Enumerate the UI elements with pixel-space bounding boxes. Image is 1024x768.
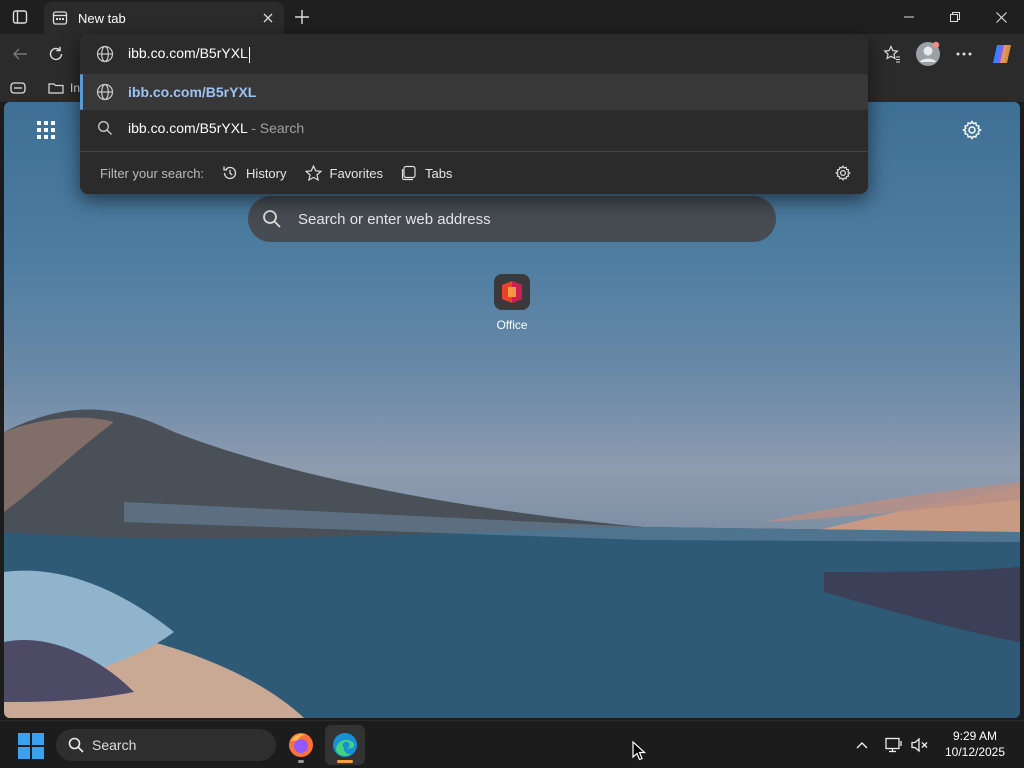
- tab-actions-button[interactable]: [6, 5, 34, 29]
- text-caret: [248, 46, 250, 63]
- filter-history-label: History: [246, 165, 287, 181]
- filter-favorites-label: Favorites: [329, 165, 383, 181]
- globe-icon: [96, 83, 114, 101]
- folder-icon: [48, 83, 64, 94]
- suggestion-search-suffix: - Search: [247, 120, 305, 136]
- apps-launcher-button[interactable]: [32, 116, 60, 144]
- plus-icon: [295, 10, 309, 24]
- active-indicator: [337, 760, 353, 763]
- tab-actions-icon: [12, 10, 28, 24]
- address-bar-input[interactable]: ibb.co.com/B5rYXL: [80, 34, 868, 74]
- copilot-button[interactable]: [988, 40, 1016, 68]
- search-icon: [68, 737, 84, 753]
- suggestion-search-text: ibb.co.com/B5rYXL: [128, 120, 248, 136]
- new-tab-button[interactable]: [290, 5, 314, 29]
- back-arrow-icon: [13, 48, 27, 60]
- new-tab-page: Search or enter web address Office: [4, 102, 1020, 718]
- taskbar-app-edge[interactable]: [325, 725, 365, 765]
- page-search-box[interactable]: Search or enter web address: [248, 196, 776, 242]
- new-tab-page-icon: [52, 11, 68, 25]
- more-options-button[interactable]: [950, 40, 978, 68]
- chevron-up-icon: [856, 742, 868, 749]
- start-button[interactable]: [18, 733, 44, 759]
- close-icon: [995, 11, 1007, 23]
- favorites-star-icon: [883, 45, 900, 63]
- filter-tabs-label: Tabs: [424, 165, 453, 181]
- more-dots-icon: [956, 52, 972, 56]
- app-icon: [10, 82, 26, 94]
- restore-button[interactable]: [932, 0, 978, 34]
- filter-tabs-button[interactable]: Tabs: [401, 159, 452, 187]
- minimize-button[interactable]: [886, 0, 932, 34]
- favorites-bar-app-button[interactable]: [10, 78, 26, 98]
- filter-label: Filter your search:: [100, 165, 205, 181]
- history-icon: [223, 166, 237, 180]
- taskbar-search-label: Search: [92, 737, 137, 753]
- taskbar-clock[interactable]: 9:29 AM 10/12/2025: [936, 728, 1014, 760]
- search-icon: [98, 121, 112, 135]
- taskbar-search[interactable]: Search: [56, 729, 276, 761]
- favorites-folder-label: In: [70, 81, 81, 95]
- minimize-icon: [904, 16, 914, 18]
- firefox-icon: [289, 733, 313, 757]
- suggestion-url-text: ibb.co.com/B5rYXL: [128, 84, 257, 100]
- taskbar-app-firefox[interactable]: [281, 725, 321, 765]
- edge-icon: [333, 733, 357, 757]
- tab-new-tab[interactable]: New tab: [44, 2, 284, 34]
- windows-logo-icon: [18, 733, 44, 759]
- copilot-icon: [993, 45, 1011, 63]
- back-button[interactable]: [6, 40, 34, 68]
- globe-icon: [96, 45, 114, 63]
- title-bar: New tab: [0, 0, 1024, 34]
- app-grid-icon: [37, 121, 55, 139]
- speaker-muted-icon: [911, 737, 928, 753]
- tabs-icon: [401, 165, 416, 181]
- filter-history-button[interactable]: History: [222, 159, 287, 187]
- office-icon: [494, 274, 530, 310]
- mouse-cursor-icon: [632, 741, 646, 761]
- search-icon: [263, 210, 281, 228]
- close-window-button[interactable]: [978, 0, 1024, 34]
- suggestion-url[interactable]: ibb.co.com/B5rYXL: [80, 74, 868, 110]
- address-bar-text: ibb.co.com/B5rYXL: [128, 45, 248, 62]
- refresh-icon: [49, 46, 63, 61]
- star-icon: [304, 164, 322, 181]
- quick-link-office[interactable]: Office: [492, 274, 532, 332]
- page-settings-button[interactable]: [958, 116, 986, 144]
- selection-indicator: [80, 74, 83, 110]
- close-icon: [263, 13, 273, 23]
- refresh-button[interactable]: [42, 40, 70, 68]
- restore-icon: [950, 12, 960, 22]
- favorites-folder[interactable]: In: [48, 78, 80, 98]
- address-bar-dropdown: ibb.co.com/B5rYXL ibb.co.com/B5rYXL ibb.…: [80, 34, 868, 194]
- network-monitor-icon: [885, 737, 902, 753]
- filter-favorites-button[interactable]: Favorites: [304, 159, 383, 187]
- taskbar: Search 9:29 AM 10/12/2025: [0, 720, 1024, 768]
- profile-button[interactable]: [914, 40, 942, 68]
- network-button[interactable]: [882, 733, 906, 757]
- clock-time: 9:29 AM: [952, 729, 998, 743]
- search-filter-row: Filter your search: History Favorites Ta…: [80, 152, 868, 194]
- gear-icon: [835, 165, 851, 181]
- landscape-background: [4, 409, 1020, 718]
- clock-date: 10/12/2025: [944, 745, 1006, 759]
- running-indicator: [298, 760, 304, 763]
- gear-icon: [962, 120, 982, 140]
- page-search-placeholder: Search or enter web address: [298, 210, 491, 228]
- avatar-icon: [916, 41, 940, 66]
- tab-title: New tab: [78, 10, 126, 26]
- show-hidden-icons-button[interactable]: [850, 733, 874, 757]
- search-settings-button[interactable]: [830, 160, 856, 186]
- suggestion-search[interactable]: ibb.co.com/B5rYXL - Search: [80, 110, 868, 146]
- quick-link-label: Office: [496, 318, 528, 332]
- favorites-button[interactable]: [878, 40, 906, 68]
- tab-close-button[interactable]: [256, 6, 280, 30]
- volume-button[interactable]: [908, 733, 932, 757]
